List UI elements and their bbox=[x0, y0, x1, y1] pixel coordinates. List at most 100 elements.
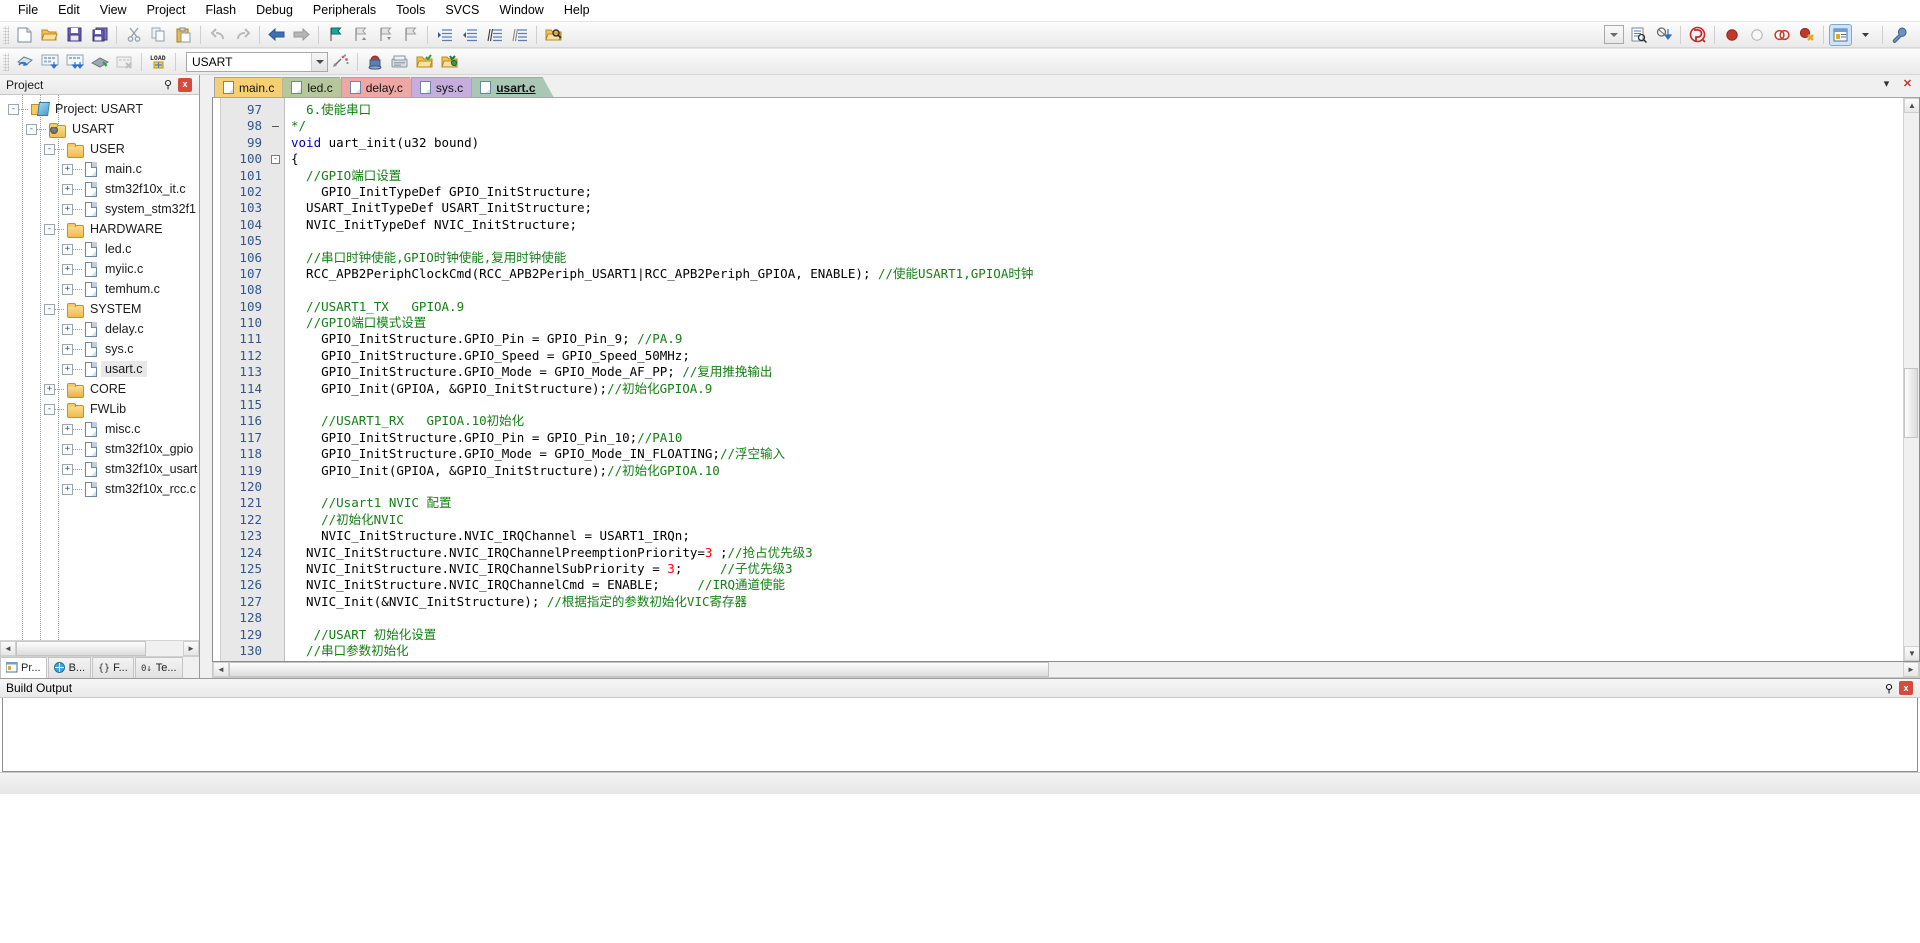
tree-item[interactable]: - FWLib bbox=[0, 399, 199, 419]
copy-icon[interactable] bbox=[147, 24, 170, 46]
close-icon[interactable]: x bbox=[178, 77, 192, 92]
editor-vscrollbar[interactable]: ▲ ▼ bbox=[1903, 98, 1919, 661]
find-in-files-icon[interactable] bbox=[542, 24, 565, 46]
tree-item[interactable]: + temhum.c bbox=[0, 279, 199, 299]
tree-item[interactable]: - SYSTEM bbox=[0, 299, 199, 319]
hscroll-track[interactable] bbox=[16, 641, 183, 656]
manage-runtime-icon[interactable] bbox=[363, 51, 386, 73]
tree-item[interactable]: + led.c bbox=[0, 239, 199, 259]
tree-item[interactable]: + stm32f10x_it.c bbox=[0, 179, 199, 199]
project-pane-tab[interactable]: 0↓ Te... bbox=[134, 657, 183, 678]
menu-item-edit[interactable]: Edit bbox=[48, 1, 90, 19]
collapse-toggle-icon[interactable]: - bbox=[44, 143, 55, 155]
kill-all-breakpoints-icon[interactable] bbox=[1770, 24, 1793, 46]
editor-tab-led-c[interactable]: led.c bbox=[282, 77, 350, 97]
tab-list-dropdown-icon[interactable]: ▾ bbox=[1880, 77, 1893, 90]
menu-item-help[interactable]: Help bbox=[554, 1, 600, 19]
disable-all-breakpoints-icon[interactable] bbox=[1795, 24, 1818, 46]
undo-icon[interactable] bbox=[206, 24, 229, 46]
menu-item-svcs[interactable]: SVCS bbox=[435, 1, 489, 19]
editor-hscrollbar[interactable]: ◄ ► bbox=[212, 662, 1920, 678]
tree-item[interactable]: + stm32f10x_usart bbox=[0, 459, 199, 479]
tree-item[interactable]: - HARDWARE bbox=[0, 219, 199, 239]
target-select[interactable]: USART bbox=[186, 51, 328, 72]
redo-icon[interactable] bbox=[231, 24, 254, 46]
project-pane-tab[interactable]: B... bbox=[47, 657, 92, 678]
menu-item-debug[interactable]: Debug bbox=[246, 1, 303, 19]
expand-toggle-icon[interactable]: + bbox=[62, 263, 73, 275]
scroll-down-arrow-icon[interactable]: ▼ bbox=[1904, 646, 1919, 661]
expand-toggle-icon[interactable]: + bbox=[44, 383, 55, 395]
expand-toggle-icon[interactable]: + bbox=[62, 203, 73, 215]
cut-icon[interactable] bbox=[122, 24, 145, 46]
expand-toggle-icon[interactable]: + bbox=[62, 363, 73, 375]
new-file-icon[interactable] bbox=[13, 24, 36, 46]
pin-icon[interactable]: ⚲ bbox=[1882, 681, 1896, 695]
scroll-up-arrow-icon[interactable]: ▲ bbox=[1904, 98, 1919, 113]
uncomment-icon[interactable] bbox=[508, 24, 531, 46]
menu-item-tools[interactable]: Tools bbox=[386, 1, 435, 19]
configure-target-icon[interactable] bbox=[1888, 24, 1911, 46]
bookmark-prev-icon[interactable] bbox=[349, 24, 372, 46]
save-icon[interactable] bbox=[63, 24, 86, 46]
scroll-right-arrow-icon[interactable]: ► bbox=[183, 641, 199, 656]
collapse-toggle-icon[interactable]: - bbox=[44, 223, 55, 235]
toolbar-grip[interactable] bbox=[3, 25, 9, 44]
tree-item[interactable]: + usart.c bbox=[0, 359, 199, 379]
configure-icon[interactable] bbox=[1627, 24, 1650, 46]
target-options-icon[interactable] bbox=[388, 51, 411, 73]
navigate-back-icon[interactable] bbox=[265, 24, 288, 46]
expand-toggle-icon[interactable]: + bbox=[62, 423, 73, 435]
project-window-dropdown-icon[interactable] bbox=[1854, 24, 1877, 46]
open-file-icon[interactable] bbox=[38, 24, 61, 46]
bookmark-toggle-icon[interactable] bbox=[324, 24, 347, 46]
indent-icon[interactable] bbox=[433, 24, 456, 46]
project-window-icon[interactable] bbox=[1829, 23, 1852, 46]
tree-item[interactable]: + stm32f10x_rcc.c bbox=[0, 479, 199, 499]
tree-item[interactable]: + CORE bbox=[0, 379, 199, 399]
tree-item[interactable]: + main.c bbox=[0, 159, 199, 179]
translate-icon[interactable] bbox=[13, 51, 36, 73]
save-all-icon[interactable] bbox=[88, 24, 111, 46]
start-debug-icon[interactable] bbox=[1686, 24, 1709, 46]
insert-breakpoint-icon[interactable] bbox=[1720, 24, 1743, 46]
editor-tab-usart-c[interactable]: usart.c bbox=[471, 77, 553, 97]
collapse-toggle-icon[interactable]: - bbox=[26, 123, 37, 135]
scroll-left-arrow-icon[interactable]: ◄ bbox=[213, 662, 229, 677]
expand-toggle-icon[interactable]: + bbox=[62, 183, 73, 195]
tree-item[interactable]: + stm32f10x_gpio bbox=[0, 439, 199, 459]
fold-collapse-icon[interactable]: - bbox=[271, 154, 280, 164]
editor-hscroll-track[interactable] bbox=[229, 662, 1903, 677]
close-tab-icon[interactable]: ✕ bbox=[1901, 77, 1914, 90]
menu-item-peripherals[interactable]: Peripherals bbox=[303, 1, 386, 19]
bookmark-clear-icon[interactable] bbox=[399, 24, 422, 46]
stop-build-icon[interactable] bbox=[113, 51, 136, 73]
collapse-toggle-icon[interactable]: - bbox=[44, 403, 55, 415]
paste-icon[interactable] bbox=[172, 24, 195, 46]
tree-item[interactable]: + delay.c bbox=[0, 319, 199, 339]
debug-download-icon[interactable] bbox=[1652, 24, 1675, 46]
menu-item-file[interactable]: File bbox=[8, 1, 48, 19]
menu-item-flash[interactable]: Flash bbox=[195, 1, 246, 19]
vscroll-thumb[interactable] bbox=[1904, 368, 1918, 438]
menu-item-view[interactable]: View bbox=[90, 1, 137, 19]
editor-tab-main-c[interactable]: main.c bbox=[214, 77, 292, 97]
tree-item[interactable]: + myiic.c bbox=[0, 259, 199, 279]
disable-breakpoint-icon[interactable] bbox=[1745, 24, 1768, 46]
menu-item-window[interactable]: Window bbox=[489, 1, 553, 19]
code-editor[interactable]: 97 98 99 100 101 102 103 104 105 106 107 108 109 110 1… bbox=[212, 97, 1920, 662]
tree-item[interactable]: - USER bbox=[0, 139, 199, 159]
bookmark-next-icon[interactable] bbox=[374, 24, 397, 46]
expand-toggle-icon[interactable]: + bbox=[62, 323, 73, 335]
expand-toggle-icon[interactable]: + bbox=[62, 163, 73, 175]
code-text[interactable]: 6.使能串口 */void uart_init(u32 bound){ //GPI… bbox=[285, 98, 1903, 661]
code-folding-gutter[interactable]: - bbox=[267, 98, 285, 661]
build-output-body[interactable] bbox=[2, 698, 1918, 772]
collapse-toggle-icon[interactable]: - bbox=[8, 103, 19, 115]
expand-toggle-icon[interactable]: + bbox=[62, 283, 73, 295]
tree-item[interactable]: + sys.c bbox=[0, 339, 199, 359]
expand-toggle-icon[interactable]: + bbox=[62, 343, 73, 355]
project-tree-hscrollbar[interactable]: ◄ ► bbox=[0, 640, 199, 656]
fold-marker[interactable]: - bbox=[267, 151, 284, 167]
project-pane-tab[interactable]: {} F... bbox=[92, 657, 134, 678]
